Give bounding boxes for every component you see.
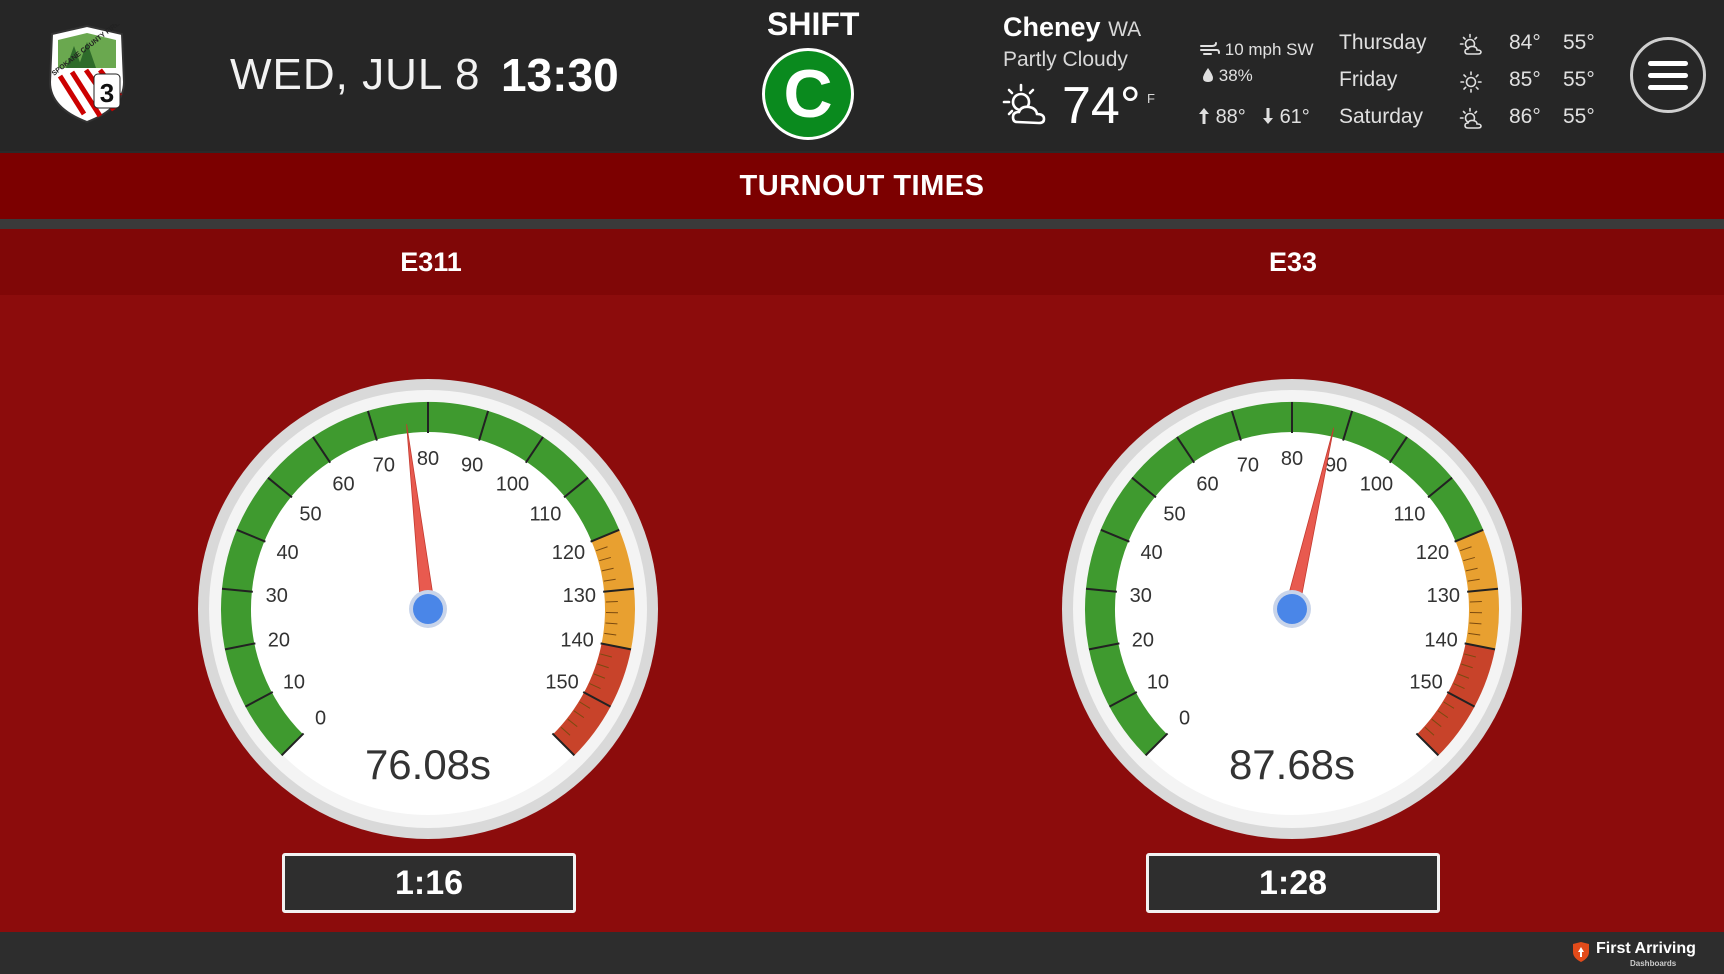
- gauge-hub: [413, 594, 443, 624]
- weather-city: Cheney WA: [1003, 12, 1141, 43]
- current-time: 13:30: [501, 49, 619, 101]
- logo-number: 3: [100, 78, 114, 108]
- gauge-tick-label: 0: [1179, 707, 1190, 729]
- gauge-tick-label: 130: [563, 585, 596, 607]
- fire-district-logo: 3 SPOKANE COUNTY FIRE DISTRICT: [48, 24, 130, 124]
- wind-icon: [1200, 42, 1220, 55]
- current-temperature: 74°: [1062, 77, 1141, 135]
- gauge-tick-label: 20: [268, 630, 290, 652]
- droplet-icon: [1203, 68, 1213, 82]
- gauge-tick-label: 10: [283, 672, 305, 694]
- current-date: WED, JUL 8: [230, 50, 481, 99]
- forecast-item: Friday 85° 55°: [1339, 68, 1599, 105]
- gauge-tick-label: 30: [266, 585, 288, 607]
- gauge-tick-label: 70: [1237, 455, 1259, 477]
- gauge-tick-label: 100: [1360, 474, 1393, 496]
- high-temp: 88°: [1198, 106, 1246, 129]
- forecast-high: 86°: [1509, 105, 1541, 128]
- gauge-tick-label: 50: [1163, 504, 1185, 526]
- section-title-bar: TURNOUT TIMES: [0, 153, 1724, 219]
- gauge-tick-label: 70: [373, 455, 395, 477]
- wind-speed: 10 mph SW: [1224, 40, 1314, 59]
- gauge-tick-label: 80: [417, 448, 439, 470]
- first-arriving-brand: First Arriving Dashboards: [1572, 938, 1706, 968]
- turnout-panel: E311 E33 0 10 20 30 40 50 60 70 80 90 100 110 120 130…: [0, 229, 1724, 932]
- gauge-tick-label: 60: [1196, 474, 1218, 496]
- partly-sunny-icon: [1002, 83, 1046, 125]
- humidity-readout: 38%: [1202, 66, 1253, 86]
- forecast-list: Thursday 84° 55° Friday 85° 55° Saturday…: [1339, 31, 1599, 142]
- divider: [0, 219, 1724, 229]
- forecast-day: Friday: [1339, 68, 1398, 91]
- gauge-tick-label: 100: [496, 474, 529, 496]
- forecast-low: 55°: [1563, 68, 1595, 91]
- unit-header-e311: E311: [0, 229, 862, 295]
- footer-bar: First Arriving Dashboards: [0, 932, 1724, 974]
- menu-line: [1648, 72, 1688, 78]
- shift-label: SHIFT: [767, 6, 860, 42]
- gauge-tick-label: 30: [1130, 585, 1152, 607]
- gauge-e33: 0 10 20 30 40 50 60 70 80 90 100 110 120 130 140 150 87.…: [1062, 379, 1522, 839]
- partly-sunny-icon: [1459, 107, 1482, 129]
- gauge-tick-label: 40: [1140, 542, 1162, 564]
- gauge-tick-label: 130: [1427, 585, 1460, 607]
- forecast-day: Saturday: [1339, 105, 1424, 128]
- gauge-e311-svg: 0 10 20 30 4050 60 70 80 90 100110 120 130 140 150 76.…: [198, 379, 658, 839]
- wind-readout: 10 mph SW: [1200, 40, 1314, 60]
- shift-badge: C: [762, 48, 854, 140]
- sunny-icon: [1460, 71, 1482, 93]
- high-temp-value: 88°: [1215, 106, 1246, 128]
- weather-state: WA: [1108, 18, 1142, 41]
- weather-city-name: Cheney: [1003, 12, 1101, 42]
- readout-e311: 1:16: [282, 853, 576, 913]
- gauge-tick-label: 20: [1132, 630, 1154, 652]
- partly-sunny-icon: [1459, 33, 1482, 55]
- forecast-item: Saturday 86° 55°: [1339, 105, 1599, 142]
- gauge-tick-label: 0: [315, 707, 326, 729]
- gauge-value-label: 87.68s: [1229, 741, 1355, 788]
- shield-icon: [1573, 942, 1589, 962]
- low-temp: 61°: [1262, 106, 1310, 129]
- gauge-e311: 0 10 20 30 40 50 60 70 80 90 100 110 120 130 140 150 76.…: [198, 379, 658, 839]
- gauge-tick-label: 140: [560, 630, 593, 652]
- hamburger-menu-button[interactable]: [1630, 37, 1706, 113]
- gauge-tick-label: 140: [1424, 630, 1457, 652]
- forecast-item: Thursday 84° 55°: [1339, 31, 1599, 68]
- gauge-tick-label: 80: [1281, 448, 1303, 470]
- gauge-tick-label: 120: [1416, 542, 1449, 564]
- section-title: TURNOUT TIMES: [739, 169, 985, 202]
- humidity-value: 38%: [1218, 66, 1253, 85]
- gauge-tick-label: 10: [1147, 672, 1169, 694]
- brand-subtitle: Dashboards: [1630, 959, 1677, 968]
- gauge-tick-label: 110: [1394, 504, 1426, 526]
- gauge-tick-label: 90: [461, 455, 483, 477]
- gauge-tick-label: 50: [299, 504, 321, 526]
- forecast-low: 55°: [1563, 31, 1595, 54]
- menu-line: [1648, 84, 1688, 90]
- forecast-day: Thursday: [1339, 31, 1427, 54]
- gauge-tick-label: 60: [332, 474, 354, 496]
- gauge-tick-label: 110: [530, 504, 562, 526]
- gauge-hub: [1277, 594, 1307, 624]
- temperature-unit: F: [1147, 91, 1155, 106]
- forecast-low: 55°: [1563, 105, 1595, 128]
- top-bar: 3 SPOKANE COUNTY FIRE DISTRICT WED, JUL …: [0, 0, 1724, 151]
- gauge-tick-label: 150: [1409, 672, 1442, 694]
- gauge-tick-label: 40: [276, 542, 298, 564]
- weather-condition: Partly Cloudy: [1003, 48, 1128, 71]
- low-temp-value: 61°: [1279, 106, 1310, 128]
- arrow-up-icon: [1199, 108, 1209, 124]
- unit-header-e33: E33: [862, 229, 1724, 295]
- gauge-value-label: 76.08s: [365, 741, 491, 788]
- gauge-tick-label: 150: [545, 672, 578, 694]
- menu-line: [1648, 60, 1688, 66]
- forecast-high: 84°: [1509, 31, 1541, 54]
- arrow-down-icon: [1263, 108, 1273, 124]
- gauge-e33-svg: 010203040506070 80 9010011012013014015087.…: [1062, 379, 1522, 839]
- forecast-high: 85°: [1509, 68, 1541, 91]
- brand-name: First Arriving: [1596, 940, 1696, 957]
- readout-e33: 1:28: [1146, 853, 1440, 913]
- gauge-tick-label: 120: [552, 542, 585, 564]
